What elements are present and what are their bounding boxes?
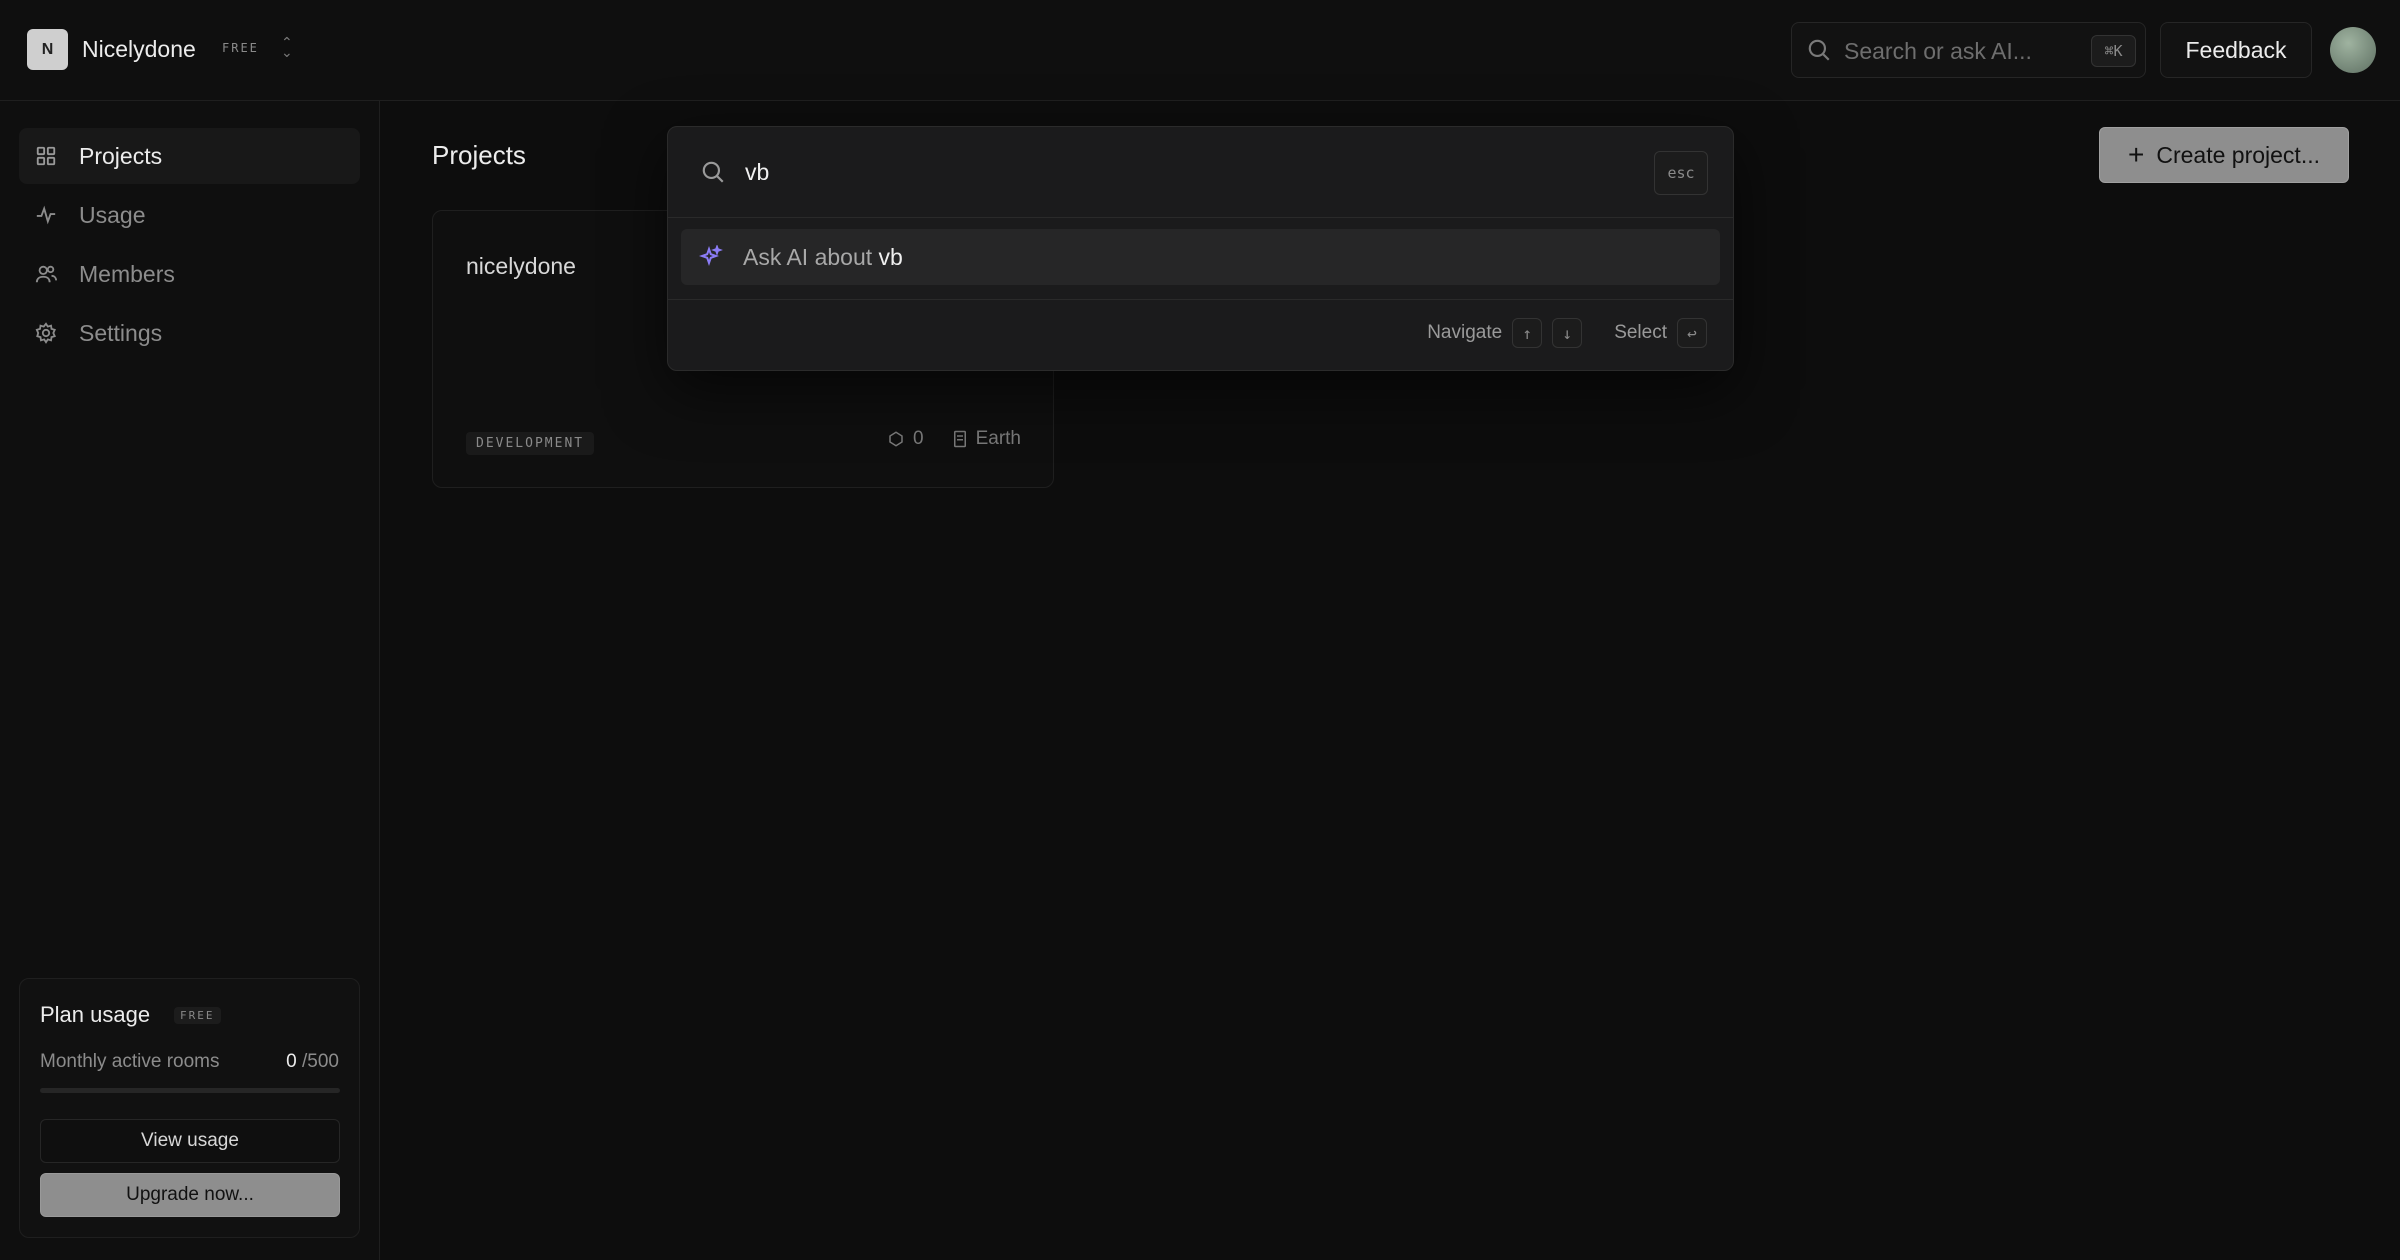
ask-ai-result[interactable]: Ask AI about vb — [681, 229, 1720, 285]
plan-usage-title: Plan usage — [40, 1002, 151, 1027]
plan-used: 0 — [286, 1051, 297, 1072]
plan-metric-label: Monthly active rooms — [40, 1051, 220, 1072]
search-button[interactable]: Search or ask AI... ⌘K — [1791, 22, 2146, 78]
command-palette: vb esc Ask AI about vb Navigate ↑ ↓ Sele… — [667, 126, 1734, 371]
view-usage-button[interactable]: View usage — [40, 1119, 340, 1163]
gear-icon — [35, 322, 56, 344]
search-icon — [702, 161, 724, 183]
grid-icon — [36, 146, 56, 166]
sidebar-item-label: Usage — [79, 202, 146, 228]
activity-icon — [36, 205, 56, 225]
sidebar-item-label: Settings — [79, 320, 163, 346]
sidebar-item-label: Members — [79, 261, 175, 287]
project-region: Earth — [975, 428, 1021, 449]
project-name: nicelydone — [466, 253, 576, 279]
sidebar-item-label: Projects — [79, 143, 163, 169]
sidebar-item-usage[interactable]: Usage — [19, 187, 360, 243]
arrow-up-icon: ↑ — [1512, 318, 1543, 348]
esc-key-hint[interactable]: esc — [1654, 151, 1708, 195]
divider — [668, 217, 1733, 218]
org-plan-badge: FREE — [222, 41, 259, 55]
ask-ai-text: Ask AI about vb — [743, 244, 903, 271]
sidebar: Projects Usage Members Settings Plan usa… — [0, 101, 380, 1260]
project-rooms-count: 0 — [913, 428, 924, 449]
sparkle-icon — [699, 245, 723, 267]
rooms-icon — [889, 431, 903, 447]
search-shortcut: ⌘K — [2091, 35, 2136, 67]
plan-metric-count: 0 /500 — [286, 1051, 339, 1073]
project-meta: 0 Earth — [887, 428, 1021, 450]
environment-badge: DEVELOPMENT — [466, 432, 595, 455]
plan-limit: /500 — [302, 1051, 339, 1072]
command-input[interactable]: vb — [745, 159, 769, 186]
create-project-button[interactable]: + Create project... — [2099, 127, 2349, 183]
page-title: Projects — [432, 140, 526, 170]
select-label: Select — [1614, 322, 1667, 343]
plan-usage-card: Plan usage FREE Monthly active rooms 0 /… — [19, 978, 360, 1238]
users-icon — [35, 265, 57, 283]
user-avatar[interactable] — [2330, 27, 2376, 73]
create-project-label: Create project... — [2156, 141, 2320, 168]
ask-ai-prefix: Ask AI about — [743, 244, 873, 270]
sidebar-item-projects[interactable]: Projects — [19, 128, 360, 184]
org-name[interactable]: Nicelydone — [82, 36, 196, 63]
chevron-updown-icon[interactable]: ⌃ ⌄ — [281, 35, 293, 59]
divider — [668, 299, 1733, 300]
ask-ai-query: vb — [878, 244, 903, 270]
enter-icon: ↩ — [1677, 318, 1707, 348]
sidebar-item-members[interactable]: Members — [19, 246, 360, 302]
search-icon — [1808, 39, 1830, 61]
search-placeholder: Search or ask AI... — [1844, 38, 2032, 64]
plus-icon: + — [2128, 139, 2145, 170]
plan-badge: FREE — [174, 1007, 221, 1024]
palette-footer: Navigate ↑ ↓ Select ↩ — [1427, 318, 1707, 348]
top-bar: N Nicelydone FREE ⌃ ⌄ Search or ask AI...… — [0, 0, 2400, 101]
sidebar-item-settings[interactable]: Settings — [19, 305, 360, 361]
region-icon — [953, 430, 966, 448]
org-avatar[interactable]: N — [27, 29, 68, 70]
navigate-label: Navigate — [1427, 322, 1503, 343]
arrow-down-icon: ↓ — [1552, 318, 1583, 348]
feedback-button[interactable]: Feedback — [2160, 22, 2312, 78]
plan-progress-bar — [40, 1088, 340, 1093]
upgrade-button[interactable]: Upgrade now... — [40, 1173, 340, 1217]
